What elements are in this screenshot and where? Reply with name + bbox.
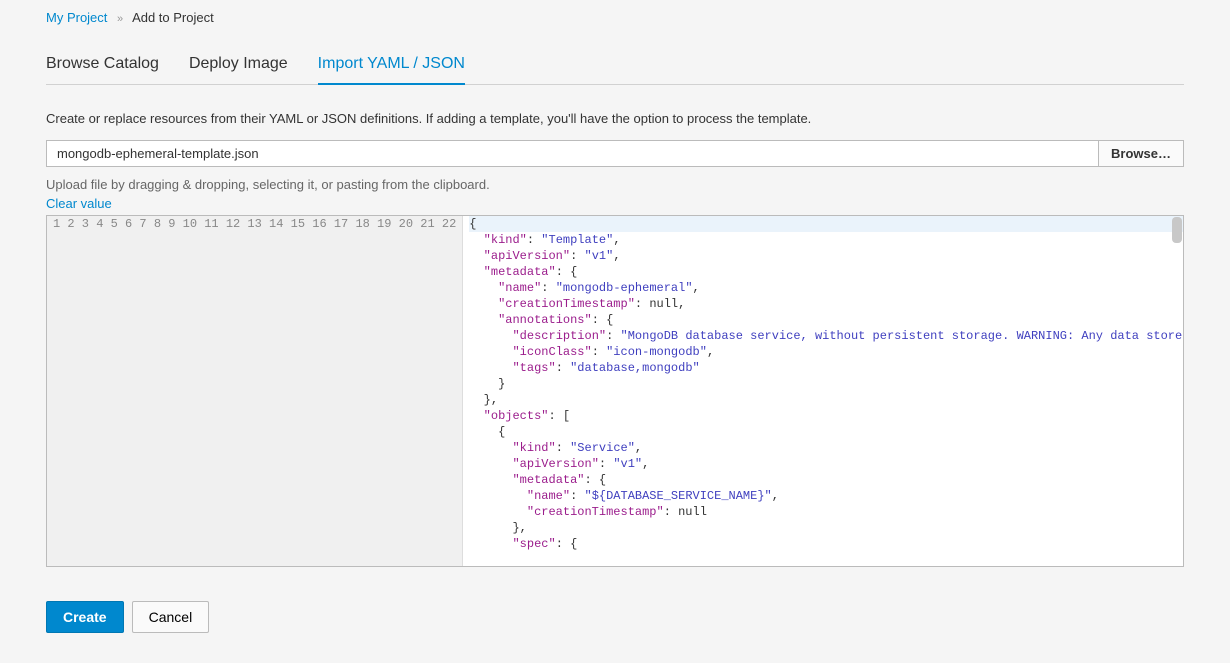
editor-gutter: 1 2 3 4 5 6 7 8 9 10 11 12 13 14 15 16 1…: [47, 216, 463, 566]
page-description: Create or replace resources from their Y…: [46, 111, 1184, 126]
file-name-input[interactable]: [46, 140, 1098, 167]
editor-content[interactable]: { "kind": "Template", "apiVersion": "v1"…: [463, 216, 1183, 566]
breadcrumb-current: Add to Project: [132, 10, 214, 25]
create-button[interactable]: Create: [46, 601, 124, 633]
tab-import-yaml-json[interactable]: Import YAML / JSON: [318, 47, 465, 85]
tab-deploy-image[interactable]: Deploy Image: [189, 47, 288, 85]
upload-helper-text: Upload file by dragging & dropping, sele…: [46, 177, 1184, 192]
browse-button[interactable]: Browse…: [1098, 140, 1184, 167]
chevron-right-icon: »: [117, 13, 123, 25]
scrollbar-thumb[interactable]: [1172, 217, 1182, 243]
tab-browse-catalog[interactable]: Browse Catalog: [46, 47, 159, 85]
cancel-button[interactable]: Cancel: [132, 601, 210, 633]
action-buttons: Create Cancel: [46, 601, 1184, 633]
code-editor[interactable]: 1 2 3 4 5 6 7 8 9 10 11 12 13 14 15 16 1…: [46, 215, 1184, 567]
file-picker-row: Browse…: [46, 140, 1184, 167]
breadcrumb-root-link[interactable]: My Project: [46, 10, 107, 25]
clear-value-link[interactable]: Clear value: [46, 196, 112, 211]
tab-bar: Browse Catalog Deploy Image Import YAML …: [46, 47, 1184, 85]
breadcrumb: My Project » Add to Project: [46, 10, 1184, 25]
